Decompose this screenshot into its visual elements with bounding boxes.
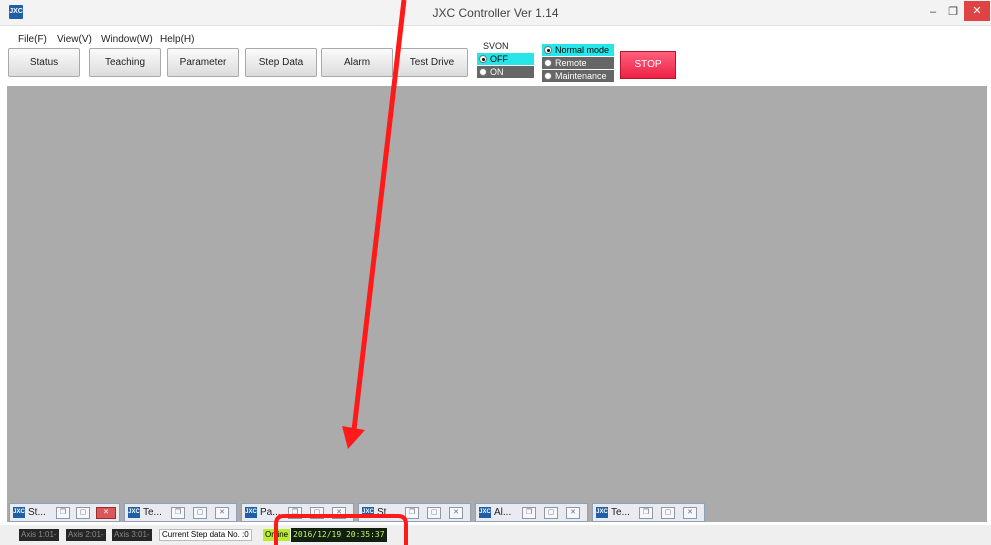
status-button[interactable]: Status <box>8 48 80 77</box>
maximize-icon[interactable]: ▢ <box>427 507 441 519</box>
maximize-icon[interactable]: ▢ <box>193 507 207 519</box>
close-icon[interactable]: ✕ <box>332 507 346 519</box>
menu-help[interactable]: Help(H) <box>160 34 194 45</box>
radio-unselected-icon <box>544 72 552 80</box>
maximize-icon[interactable]: ▢ <box>76 507 90 519</box>
minimized-window-title: Te... <box>611 507 630 518</box>
menu-bar: File(F) View(V) Window(W) Help(H) <box>0 26 480 45</box>
restore-icon[interactable]: ❐ <box>405 507 419 519</box>
stop-button[interactable]: STOP <box>620 51 676 79</box>
axis-2-status: Axis 2:01- <box>66 529 106 541</box>
minimized-window-title: Pa... <box>260 507 281 518</box>
svon-off-label: OFF <box>490 54 508 64</box>
date-time-display: 2016/12/19 20:35:37 <box>291 528 387 542</box>
app-icon: JXC <box>479 507 491 518</box>
step-data-button[interactable]: Step Data <box>245 48 317 77</box>
app-icon: JXC <box>362 507 374 518</box>
alarm-button[interactable]: Alarm <box>321 48 393 77</box>
minimized-window-title: Al... <box>494 507 512 518</box>
minimized-window-teaching[interactable]: JXC Te... ❐ ▢ ✕ <box>124 503 237 522</box>
radio-unselected-icon <box>479 68 487 76</box>
current-step-data: Current Step data No. :0 <box>159 529 252 541</box>
svon-on-label: ON <box>490 67 504 77</box>
minimized-window-test-drive[interactable]: JXC Te... ❐ ▢ ✕ <box>592 503 705 522</box>
mdi-desktop <box>7 86 987 522</box>
app-icon: JXC <box>245 507 257 518</box>
radio-selected-icon <box>544 46 552 54</box>
restore-icon[interactable]: ❐ <box>288 507 302 519</box>
axis-1-status: Axis 1:01- <box>19 529 59 541</box>
restore-icon[interactable]: ❐ <box>56 507 70 519</box>
maintenance-radio[interactable]: Maintenance <box>542 70 614 82</box>
minimized-window-status[interactable]: JXC St... ❐ ▢ ✕ <box>9 503 120 522</box>
status-bar: Axis 1:01- Axis 2:01- Axis 3:01- Current… <box>0 525 991 545</box>
normal-mode-radio[interactable]: Normal mode <box>542 44 614 56</box>
remote-label: Remote <box>555 58 587 68</box>
test-drive-button[interactable]: Test Drive <box>396 48 468 77</box>
svon-on-radio[interactable]: ON <box>477 66 534 78</box>
radio-unselected-icon <box>544 59 552 67</box>
close-icon[interactable]: ✕ <box>96 507 116 519</box>
maximize-icon[interactable]: ▢ <box>310 507 324 519</box>
close-icon[interactable]: ✕ <box>683 507 697 519</box>
restore-icon[interactable]: ❐ <box>171 507 185 519</box>
minimized-window-parameter[interactable]: JXC Pa... ❐ ▢ ✕ <box>241 503 354 522</box>
maintenance-label: Maintenance <box>555 71 607 81</box>
close-icon[interactable]: ✕ <box>215 507 229 519</box>
window-title: JXC Controller Ver 1.14 <box>432 6 559 20</box>
restore-icon[interactable]: ❐ <box>522 507 536 519</box>
restore-icon[interactable]: ❐ <box>639 507 653 519</box>
app-icon: JXC <box>128 507 140 518</box>
app-icon: JXC <box>13 507 25 518</box>
close-button[interactable]: ✕ <box>964 1 990 21</box>
minimized-window-title: Te... <box>143 507 162 518</box>
axis-3-status: Axis 3:01- <box>112 529 152 541</box>
maximize-icon[interactable]: ▢ <box>661 507 675 519</box>
minimized-window-title: St... <box>377 507 395 518</box>
title-bar: JXC JXC Controller Ver 1.14 – ❐ ✕ <box>0 0 991 26</box>
online-status: Online <box>263 529 291 541</box>
minimized-window-alarm[interactable]: JXC Al... ❐ ▢ ✕ <box>475 503 588 522</box>
minimized-window-title: St... <box>28 507 46 518</box>
minimize-button[interactable]: – <box>923 3 943 21</box>
menu-window[interactable]: Window(W) <box>101 34 153 45</box>
menu-view[interactable]: View(V) <box>57 34 92 45</box>
radio-selected-icon <box>479 55 487 63</box>
close-icon[interactable]: ✕ <box>449 507 463 519</box>
minimized-window-step-data[interactable]: JXC St... ❐ ▢ ✕ <box>358 503 471 522</box>
maximize-button[interactable]: ❐ <box>943 3 963 21</box>
close-icon[interactable]: ✕ <box>566 507 580 519</box>
svon-label: SVON <box>483 41 509 51</box>
app-icon: JXC <box>596 507 608 518</box>
maximize-icon[interactable]: ▢ <box>544 507 558 519</box>
parameter-button[interactable]: Parameter <box>167 48 239 77</box>
remote-radio[interactable]: Remote <box>542 57 614 69</box>
menu-file[interactable]: File(F) <box>18 34 47 45</box>
teaching-button[interactable]: Teaching <box>89 48 161 77</box>
svon-off-radio[interactable]: OFF <box>477 53 534 65</box>
normal-mode-label: Normal mode <box>555 45 610 55</box>
